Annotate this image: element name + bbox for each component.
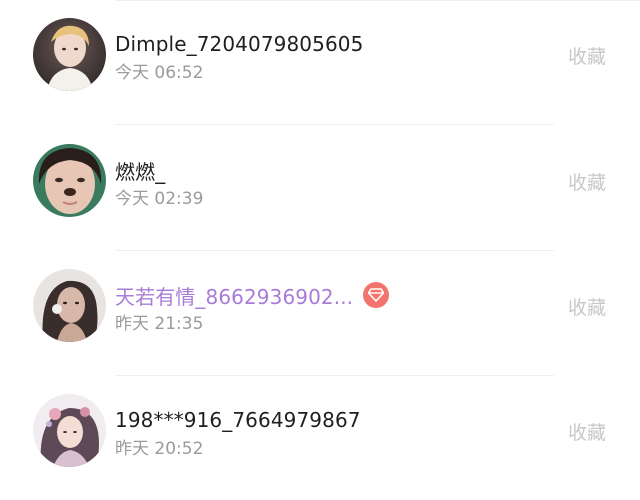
avatar-image — [33, 18, 106, 91]
list-item[interactable]: Dimple_7204079805605 今天 06:52 收藏 — [0, 0, 640, 125]
diamond-icon — [363, 282, 390, 308]
avatar-image — [33, 269, 106, 342]
follow-time: 今天 02:39 — [115, 189, 204, 209]
avatar[interactable] — [33, 269, 106, 342]
avatar[interactable] — [33, 144, 106, 217]
follower-list: Dimple_7204079805605 今天 06:52 收藏 燃燃_ 今天 … — [0, 0, 640, 481]
user-name[interactable]: Dimple_7204079805605 — [115, 32, 363, 56]
user-name[interactable]: 198***916_7664979867 — [115, 408, 361, 432]
favorite-button[interactable]: 收藏 — [568, 293, 606, 320]
follow-time: 昨天 21:35 — [115, 314, 204, 334]
user-name[interactable]: 天若有情_8662936902... — [115, 281, 353, 310]
avatar[interactable] — [33, 394, 106, 467]
avatar-image — [33, 394, 106, 467]
follow-time: 昨天 20:52 — [115, 439, 204, 459]
divider — [115, 124, 554, 125]
list-item[interactable]: 198***916_7664979867 昨天 20:52 收藏 — [0, 376, 640, 500]
list-item[interactable]: 天若有情_8662936902... 昨天 21:35 收藏 — [0, 251, 640, 376]
avatar-image — [33, 144, 106, 217]
favorite-button[interactable]: 收藏 — [568, 168, 606, 195]
favorite-button[interactable]: 收藏 — [568, 42, 606, 69]
follow-time: 今天 06:52 — [115, 63, 204, 83]
user-name[interactable]: 燃燃_ — [115, 156, 165, 185]
favorite-button[interactable]: 收藏 — [568, 418, 606, 445]
list-item[interactable]: 燃燃_ 今天 02:39 收藏 — [0, 126, 640, 251]
avatar[interactable] — [33, 18, 106, 91]
